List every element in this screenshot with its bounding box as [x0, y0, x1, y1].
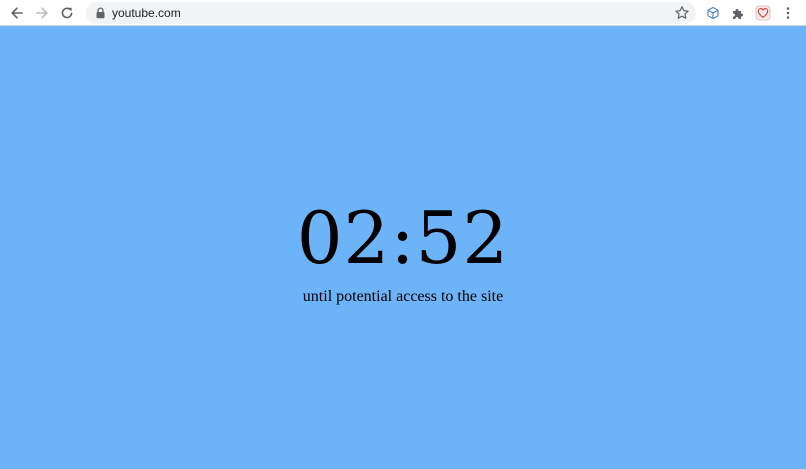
forward-arrow-icon[interactable]: [33, 4, 51, 22]
countdown-caption: until potential access to the site: [302, 288, 504, 305]
puzzle-piece-icon[interactable]: [729, 4, 747, 22]
blocked-site-page: 02:52 until potential access to the site: [0, 26, 806, 469]
kebab-menu-icon[interactable]: [779, 4, 797, 22]
address-bar[interactable]: youtube.com: [86, 2, 696, 24]
countdown-timer: 02:52: [296, 196, 510, 280]
cube-extension-icon[interactable]: [704, 4, 722, 22]
reload-icon[interactable]: [58, 4, 76, 22]
url-text[interactable]: youtube.com: [112, 5, 181, 21]
back-arrow-icon[interactable]: [8, 4, 26, 22]
star-icon[interactable]: [674, 5, 690, 21]
red-heart-extension-icon[interactable]: [754, 4, 772, 22]
lock-icon[interactable]: [95, 7, 106, 19]
browser-toolbar: youtube.com: [0, 0, 806, 26]
